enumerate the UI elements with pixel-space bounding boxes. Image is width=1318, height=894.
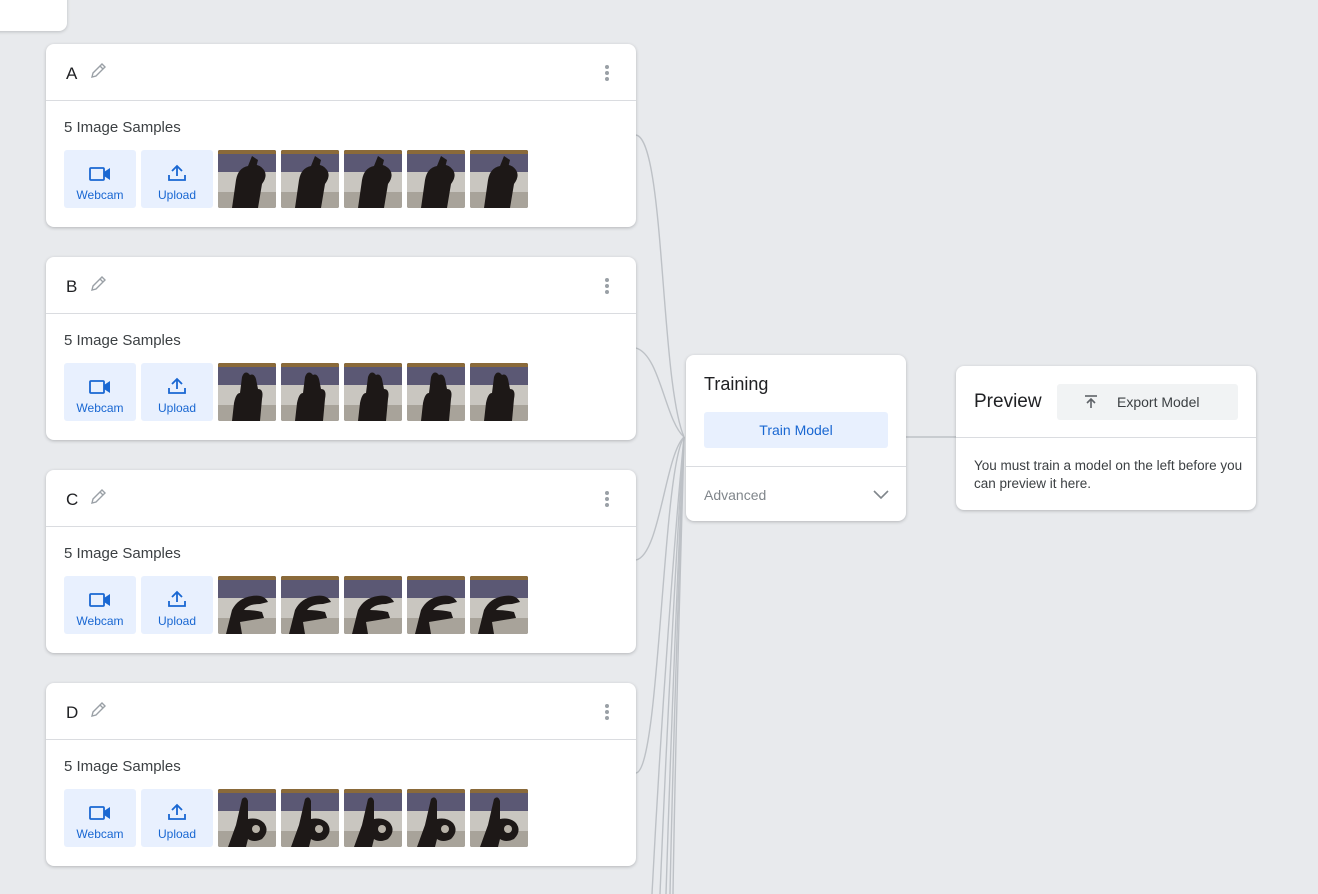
sample-thumbnail[interactable] [281, 576, 339, 634]
sample-count: 5 Image Samples [64, 119, 181, 136]
sample-thumbnail[interactable] [470, 363, 528, 421]
upload-label: Upload [157, 401, 197, 415]
upload-button[interactable]: Upload [141, 576, 213, 634]
sample-thumbnail[interactable] [470, 576, 528, 634]
class-card-header: A [46, 44, 636, 101]
sample-thumbnail[interactable] [407, 150, 465, 208]
upload-icon [168, 164, 186, 181]
sample-row: Webcam Upload [64, 789, 533, 847]
sample-row: Webcam Upload [64, 150, 533, 208]
preview-message: You must train a model on the left befor… [974, 458, 1243, 491]
class-card: A 5 Image Samples Webcam Upload [46, 44, 636, 227]
videocam-icon [89, 806, 110, 820]
sample-thumbnails [218, 150, 533, 208]
class-card: B 5 Image Samples Webcam Upload [46, 257, 636, 440]
export-model-button[interactable]: Export Model [1057, 384, 1238, 420]
sample-count: 5 Image Samples [64, 545, 181, 562]
sample-thumbnail[interactable] [407, 363, 465, 421]
sample-thumbnail[interactable] [344, 789, 402, 847]
webcam-button[interactable]: Webcam [64, 363, 136, 421]
sample-thumbnail[interactable] [344, 363, 402, 421]
sample-thumbnail[interactable] [281, 789, 339, 847]
sample-thumbnails [218, 789, 533, 847]
webcam-label: Webcam [76, 401, 124, 415]
sample-thumbnail[interactable] [218, 789, 276, 847]
class-card: C 5 Image Samples Webcam Upload [46, 470, 636, 653]
sample-thumbnail[interactable] [281, 363, 339, 421]
sample-row: Webcam Upload [64, 363, 533, 421]
videocam-icon [89, 593, 110, 607]
webcam-label: Webcam [76, 827, 124, 841]
sample-thumbnails [218, 576, 533, 634]
class-name[interactable]: D [66, 703, 78, 723]
videocam-icon [89, 380, 110, 394]
class-name[interactable]: A [66, 64, 77, 84]
webcam-label: Webcam [76, 614, 124, 628]
sample-row: Webcam Upload [64, 576, 533, 634]
class-card: D 5 Image Samples Webcam Upload [46, 683, 636, 866]
webcam-button[interactable]: Webcam [64, 576, 136, 634]
sample-thumbnail[interactable] [281, 150, 339, 208]
more-vert-icon[interactable] [602, 63, 612, 83]
more-vert-icon[interactable] [602, 489, 612, 509]
pencil-icon[interactable] [88, 487, 108, 507]
upload-icon [168, 377, 186, 394]
training-title: Training [704, 374, 769, 394]
sample-thumbnail[interactable] [344, 150, 402, 208]
sample-thumbnail[interactable] [407, 789, 465, 847]
upload-icon [168, 590, 186, 607]
chevron-down-icon[interactable] [872, 487, 890, 501]
export-model-label: Export Model [1117, 394, 1200, 410]
class-card-header: B [46, 257, 636, 314]
class-card-header: D [46, 683, 636, 740]
upload-label: Upload [157, 614, 197, 628]
pencil-icon[interactable] [88, 700, 108, 720]
training-panel: Training Train Model Advanced [686, 355, 906, 521]
sample-thumbnail[interactable] [407, 576, 465, 634]
advanced-toggle[interactable]: Advanced [704, 487, 766, 503]
train-model-button[interactable]: Train Model [704, 412, 888, 448]
export-icon [1083, 394, 1099, 410]
sample-count: 5 Image Samples [64, 332, 181, 349]
pencil-icon[interactable] [88, 61, 108, 81]
sample-count: 5 Image Samples [64, 758, 181, 775]
class-name[interactable]: C [66, 490, 78, 510]
sample-thumbnail[interactable] [470, 789, 528, 847]
upload-label: Upload [157, 827, 197, 841]
webcam-button[interactable]: Webcam [64, 789, 136, 847]
upload-button[interactable]: Upload [141, 150, 213, 208]
class-card-header: C [46, 470, 636, 527]
preview-panel: Preview Export Model You must train a mo… [956, 366, 1256, 510]
sample-thumbnail[interactable] [470, 150, 528, 208]
sample-thumbnail[interactable] [344, 576, 402, 634]
webcam-button[interactable]: Webcam [64, 150, 136, 208]
more-vert-icon[interactable] [602, 702, 612, 722]
videocam-icon [89, 167, 110, 181]
upload-icon [168, 803, 186, 820]
partial-card [0, 0, 67, 31]
sample-thumbnails [218, 363, 533, 421]
upload-button[interactable]: Upload [141, 363, 213, 421]
sample-thumbnail[interactable] [218, 150, 276, 208]
sample-thumbnail[interactable] [218, 363, 276, 421]
more-vert-icon[interactable] [602, 276, 612, 296]
sample-thumbnail[interactable] [218, 576, 276, 634]
divider [686, 466, 906, 467]
webcam-label: Webcam [76, 188, 124, 202]
upload-button[interactable]: Upload [141, 789, 213, 847]
class-name[interactable]: B [66, 277, 77, 297]
preview-title: Preview [974, 391, 1042, 412]
divider [956, 437, 1256, 438]
pencil-icon[interactable] [88, 274, 108, 294]
upload-label: Upload [157, 188, 197, 202]
